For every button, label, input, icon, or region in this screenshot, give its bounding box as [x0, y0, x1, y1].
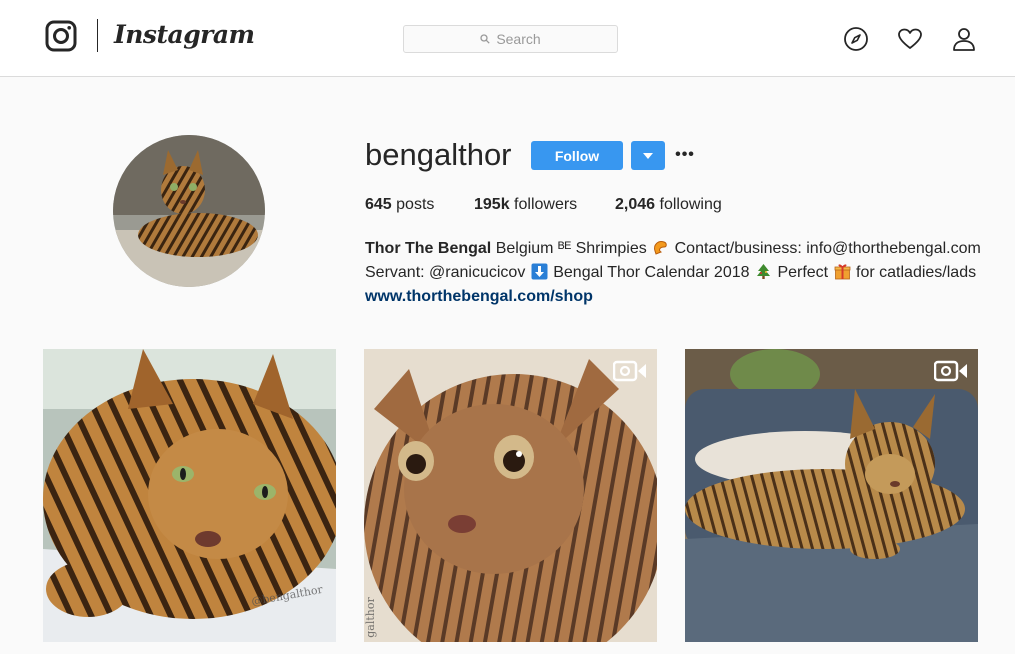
- bio-calendar-text: Bengal Thor Calendar 2018: [553, 264, 750, 281]
- bio-location-text: Belgium ᴮᴱ Shrimpies: [495, 240, 647, 257]
- profile-bio: Thor The Bengal Belgium ᴮᴱ Shrimpies Con…: [365, 237, 1005, 309]
- instagram-logo-icon[interactable]: [45, 20, 77, 52]
- shrimp-emoji: [652, 239, 669, 256]
- video-watermark: galthor: [364, 597, 377, 638]
- down-arrow-emoji: [531, 263, 548, 280]
- followers-label: followers: [514, 196, 578, 213]
- bio-line-3: www.thorthebengal.com/shop: [365, 285, 1005, 309]
- bio-tail-text: for catladies/lads: [856, 264, 977, 281]
- cat-video-thumbnail: [364, 349, 657, 642]
- posts-count: 645: [365, 196, 392, 213]
- profile-stats: 645 posts 195k followers 2,046 following: [365, 196, 722, 214]
- website-link[interactable]: www.thorthebengal.com/shop: [365, 288, 593, 305]
- profile-username: bengalthor: [365, 137, 512, 172]
- christmas-tree-emoji: [755, 263, 772, 280]
- user-icon[interactable]: [951, 26, 977, 52]
- search-placeholder: Search: [496, 31, 541, 47]
- post-thumbnail[interactable]: galthor: [364, 349, 657, 642]
- search-input[interactable]: Search: [403, 25, 618, 53]
- instagram-wordmark[interactable]: Instagram: [114, 20, 255, 49]
- followers-stat[interactable]: 195k followers: [474, 196, 615, 214]
- bio-line-2: Servant: @ranicucicov Bengal Thor Calend…: [365, 261, 1005, 285]
- posts-label: posts: [396, 196, 435, 213]
- logo-divider: [97, 19, 98, 52]
- more-options-button[interactable]: •••: [675, 144, 695, 166]
- top-nav: Instagram Search: [0, 0, 1015, 77]
- following-stat[interactable]: 2,046 following: [615, 196, 722, 214]
- servant-handle-link[interactable]: @ranicucicov: [429, 264, 525, 281]
- followers-count: 195k: [474, 196, 510, 213]
- following-label: following: [659, 196, 722, 213]
- video-icon: [612, 359, 647, 383]
- caret-down-icon: [643, 152, 653, 159]
- bio-perfect-text: Perfect: [777, 264, 829, 281]
- search-icon: [480, 34, 490, 44]
- suggestions-dropdown-button[interactable]: [631, 141, 665, 170]
- bio-line-1: Thor The Bengal Belgium ᴮᴱ Shrimpies Con…: [365, 237, 1005, 261]
- profile-avatar[interactable]: [113, 135, 265, 287]
- bio-servant-prefix: Servant:: [365, 264, 425, 281]
- video-icon: [933, 359, 968, 383]
- post-thumbnail[interactable]: @bengalthor: [43, 349, 336, 642]
- full-name: Thor The Bengal: [365, 240, 492, 257]
- following-count: 2,046: [615, 196, 656, 213]
- gift-emoji: [834, 263, 851, 280]
- follow-button[interactable]: Follow: [531, 141, 623, 170]
- heart-icon[interactable]: [897, 26, 923, 52]
- post-thumbnail[interactable]: [685, 349, 978, 642]
- posts-stat: 645 posts: [365, 196, 474, 214]
- compass-icon[interactable]: [843, 26, 869, 52]
- bio-contact-text: Contact/business: info@thorthebengal.com: [674, 240, 981, 257]
- cat-video-thumbnail: [685, 349, 978, 642]
